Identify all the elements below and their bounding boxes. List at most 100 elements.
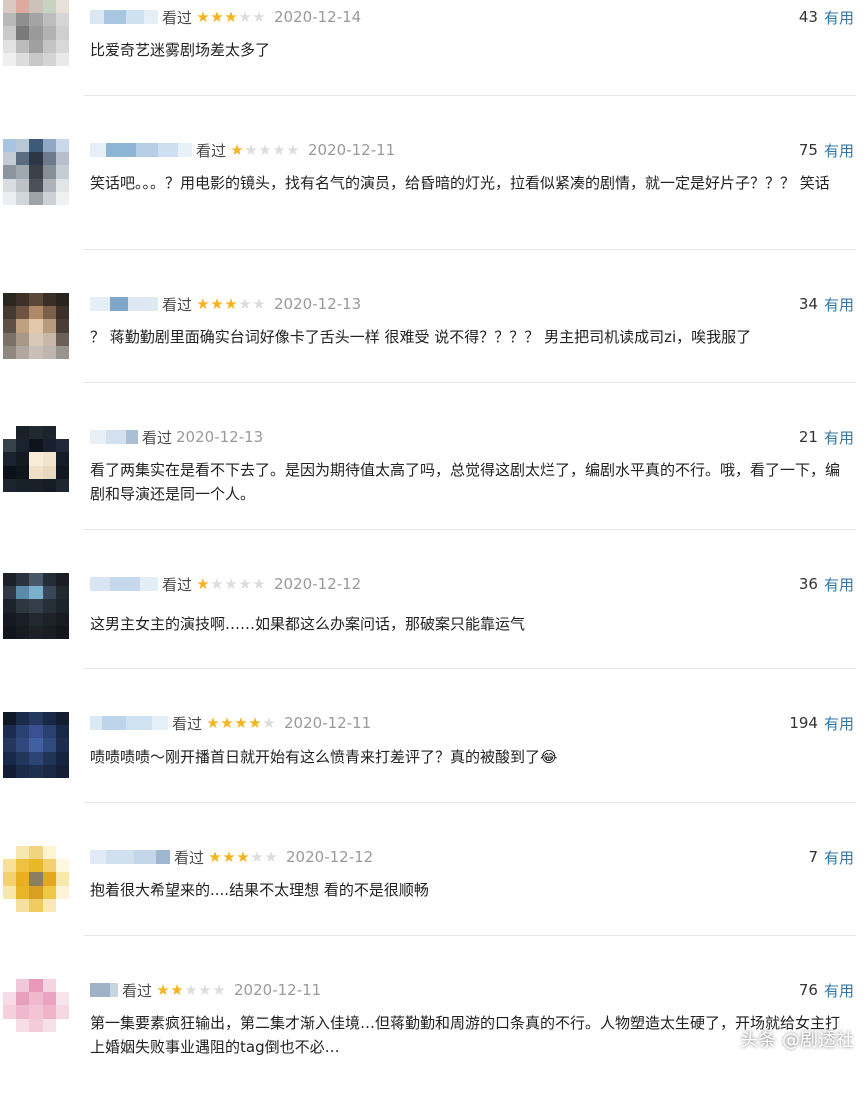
star-icon: ★ [238, 7, 252, 26]
star-icon: ★ [252, 7, 266, 26]
watch-status: 看过 [162, 8, 193, 27]
star-icon: ★ [236, 847, 250, 866]
username[interactable] [90, 983, 118, 997]
review-date: 2020-12-11 [234, 981, 322, 999]
rating-stars: ★ ★ ★ ★ ★ [196, 7, 266, 26]
review-meta: 看过 ★ ★ ★ ★ ★ 2020-12-12 [90, 846, 373, 868]
watch-status: 看过 [162, 575, 193, 594]
star-icon: ★ [220, 713, 234, 732]
star-icon: ★ [170, 980, 184, 999]
review-date: 2020-12-12 [274, 575, 362, 593]
review-item: 看过 ★ ★ ★ ★ ★ 2020-12-12 36 有用这男主女主的演技啊……如果都这么办案问… [0, 573, 866, 693]
user-avatar[interactable] [3, 293, 69, 359]
useful-votes: 7 有用 [808, 846, 854, 868]
username[interactable] [90, 143, 192, 157]
username[interactable] [90, 10, 158, 24]
useful-button[interactable]: 有用 [824, 140, 854, 161]
useful-button[interactable]: 有用 [824, 427, 854, 448]
review-item: 看过 ★ ★ ★ ★ ★ 2020-12-13 34 有用 ？ 蒋勤勤剧里面确实台词好像卡了舌头一… [0, 293, 866, 413]
user-avatar[interactable] [3, 139, 69, 205]
vote-count: 194 [789, 714, 818, 732]
user-avatar[interactable] [3, 573, 69, 639]
user-avatar[interactable] [3, 712, 69, 778]
star-icon: ★ [210, 294, 224, 313]
vote-count: 21 [798, 428, 818, 446]
review-date: 2020-12-11 [284, 714, 372, 732]
review-divider [84, 382, 856, 383]
user-avatar[interactable] [3, 979, 69, 1045]
useful-votes: 194 有用 [789, 712, 854, 734]
watch-status: 看过 [162, 295, 193, 314]
username[interactable] [90, 297, 158, 311]
review-item: 看过 ★ ★ ★ ★ ★ 2020-12-11 194 有用啧啧啧啧～刚开播首日就开始有这么愤青… [0, 712, 866, 832]
vote-count: 76 [798, 981, 818, 999]
useful-votes: 76 有用 [799, 979, 854, 1001]
star-icon: ★ [264, 847, 278, 866]
star-icon: ★ [244, 140, 258, 159]
review-text: 啧啧啧啧～刚开播首日就开始有这么愤青来打差评了？真的被酸到了😂 [90, 748, 558, 766]
user-avatar[interactable] [3, 846, 69, 912]
star-icon: ★ [238, 574, 252, 593]
useful-button[interactable]: 有用 [824, 847, 854, 868]
vote-count: 43 [798, 8, 818, 26]
review-divider [84, 802, 856, 803]
rating-stars: ★ ★ ★ ★ ★ [196, 294, 266, 313]
rating-stars: ★ ★ ★ ★ ★ [156, 980, 226, 999]
review-text: ？ 蒋勤勤剧里面确实台词好像卡了舌头一样 很难受 说不得？？？？ 男主把司机读成… [90, 328, 752, 346]
star-icon: ★ [230, 140, 244, 159]
review-item: 看过 ★ ★ ★ ★ ★ 2020-12-11 75 有用 笑话吧。。。？用电影的镜头，找有名气的… [0, 139, 866, 259]
username[interactable] [90, 716, 168, 730]
review-divider [84, 95, 856, 96]
review-text: 这男主女主的演技啊……如果都这么办案问话，那破案只能靠运气 [90, 615, 526, 633]
review-item: 看过 ★ ★ ★ ★ ★ 2020-12-11 76 有用 第一集要素疯狂输出，第二集才渐入佳境…… [0, 979, 866, 1099]
vote-count: 36 [798, 575, 818, 593]
watch-status: 看过 [122, 981, 153, 1000]
watch-status: 看过 [196, 141, 227, 160]
useful-button[interactable]: 有用 [824, 7, 854, 28]
review-meta: 看过 ★ ★ ★ ★ ★ 2020-12-12 [90, 573, 361, 595]
rating-stars: ★ ★ ★ ★ ★ [196, 574, 266, 593]
star-icon: ★ [196, 294, 210, 313]
useful-votes: 43 有用 [799, 6, 854, 28]
star-icon: ★ [272, 140, 286, 159]
star-icon: ★ [250, 847, 264, 866]
useful-votes: 36 有用 [799, 573, 854, 595]
star-icon: ★ [208, 847, 222, 866]
useful-button[interactable]: 有用 [824, 713, 854, 734]
review-item: 看过 ★ ★ ★ ★ ★ 2020-12-12 7 有用抱着很大希望来的....结果不太理想 看… [0, 846, 866, 966]
star-icon: ★ [252, 574, 266, 593]
star-icon: ★ [252, 294, 266, 313]
review-meta: 看过 ★ ★ ★ ★ ★ 2020-12-14 [90, 6, 361, 28]
useful-votes: 21 有用 [799, 426, 854, 448]
useful-button[interactable]: 有用 [824, 574, 854, 595]
star-icon: ★ [248, 713, 262, 732]
watch-status: 看过 [172, 714, 203, 733]
review-meta: 看过 ★ ★ ★ ★ ★ 2020-12-13 [90, 293, 361, 315]
review-page: { "reviews": [ {"status":"看过","rating":3… [0, 0, 866, 1064]
star-icon: ★ [258, 140, 272, 159]
useful-button[interactable]: 有用 [824, 294, 854, 315]
star-icon: ★ [210, 574, 224, 593]
useful-button[interactable]: 有用 [824, 980, 854, 1001]
star-icon: ★ [198, 980, 212, 999]
star-icon: ★ [286, 140, 300, 159]
star-icon: ★ [206, 713, 220, 732]
review-item: 看过 2020-12-13 21 有用 看了两集实在是看不下去了。是因为期待值太高了吗，… [0, 426, 866, 546]
user-avatar[interactable] [3, 426, 69, 492]
star-icon: ★ [196, 7, 210, 26]
username[interactable] [90, 577, 158, 591]
review-text: 抱着很大希望来的....结果不太理想 看的不是很顺畅 [90, 881, 429, 899]
star-icon: ★ [262, 713, 276, 732]
useful-votes: 34 有用 [799, 293, 854, 315]
user-avatar[interactable] [3, 0, 69, 66]
star-icon: ★ [224, 294, 238, 313]
rating-stars: ★ ★ ★ ★ ★ [206, 713, 276, 732]
watermark: 头条 @剧透社 [740, 1030, 854, 1051]
vote-count: 34 [798, 295, 818, 313]
review-item: 看过 ★ ★ ★ ★ ★ 2020-12-14 43 有用 比爱奇艺迷雾剧场差太多了 [0, 0, 866, 126]
username[interactable] [90, 430, 138, 444]
review-meta: 看过 ★ ★ ★ ★ ★ 2020-12-11 [90, 712, 371, 734]
useful-votes: 75 有用 [799, 139, 854, 161]
username[interactable] [90, 850, 170, 864]
rating-stars: ★ ★ ★ ★ ★ [230, 140, 300, 159]
